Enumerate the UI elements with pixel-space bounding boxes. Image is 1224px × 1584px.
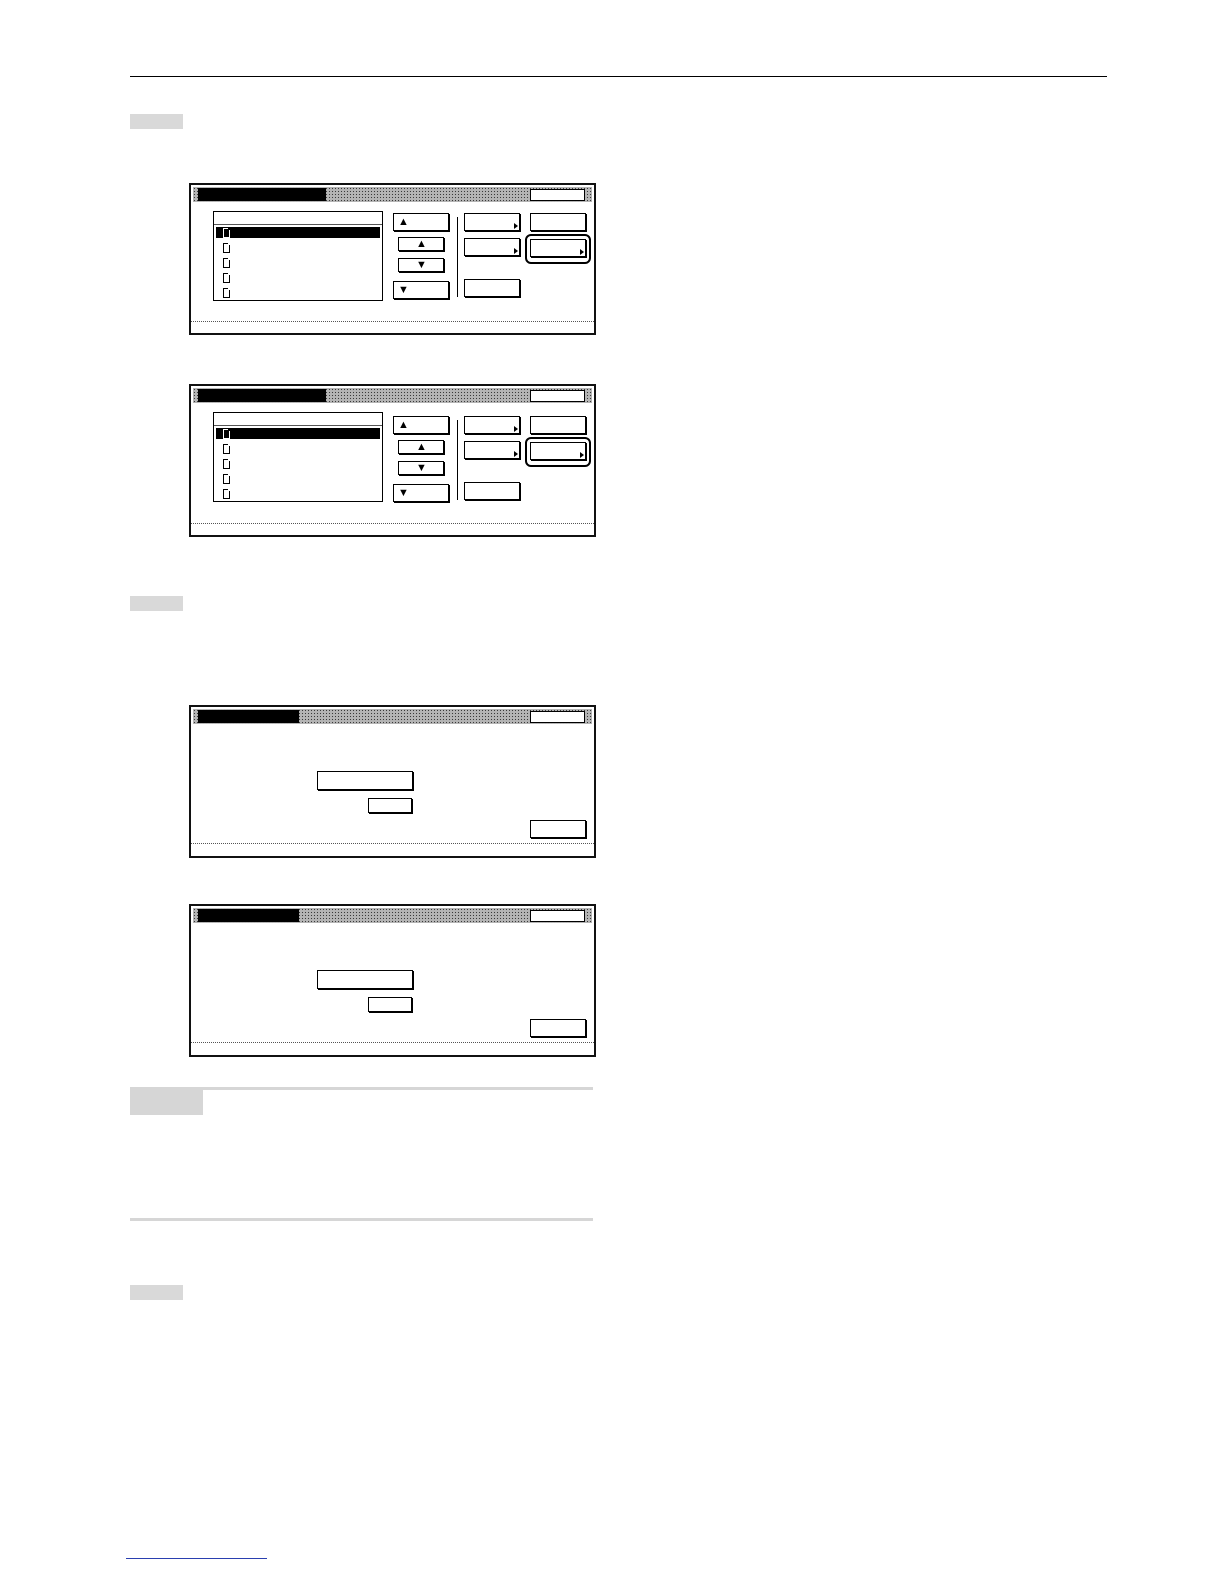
title-bar [193, 908, 592, 923]
list-item[interactable] [216, 428, 380, 439]
triangle-down-icon: ▼ [416, 462, 427, 474]
document-icon [223, 489, 230, 499]
note-bottom-rule [130, 1218, 593, 1221]
page-down-button[interactable]: ▼ [393, 484, 449, 502]
small-button[interactable] [368, 798, 412, 813]
title-bar-button[interactable] [530, 189, 585, 201]
menu-button-d[interactable] [530, 213, 586, 231]
triangle-down-icon: ▼ [398, 284, 409, 296]
screen-title [198, 188, 326, 201]
close-button[interactable] [530, 820, 586, 838]
page-up-button[interactable]: ▲ [393, 213, 449, 231]
list-item[interactable] [216, 257, 380, 268]
document-icon [223, 429, 230, 439]
menu-button-b[interactable] [464, 238, 520, 256]
scroll-down-button[interactable]: ▼ [398, 258, 444, 272]
scroll-up-button[interactable]: ▲ [398, 440, 444, 454]
menu-button-b[interactable] [464, 441, 520, 459]
chevron-right-icon [514, 451, 518, 457]
text-input[interactable] [317, 771, 413, 790]
menu-button-c[interactable] [464, 279, 520, 297]
chevron-right-icon [514, 223, 518, 229]
document-icon [223, 459, 230, 469]
list-item[interactable] [216, 242, 380, 253]
document-icon [223, 273, 230, 283]
status-bar [191, 1042, 594, 1043]
document-icon [223, 243, 230, 253]
screen-title [198, 710, 299, 723]
triangle-up-icon: ▲ [416, 441, 427, 453]
list-item[interactable] [216, 443, 380, 454]
divider [457, 217, 458, 297]
list-item[interactable] [216, 488, 380, 499]
list-item[interactable] [216, 227, 380, 238]
triangle-up-icon: ▲ [398, 419, 409, 431]
chevron-right-icon [514, 248, 518, 254]
header-rule [130, 76, 1107, 77]
small-button[interactable] [368, 997, 412, 1012]
input-screen-1 [189, 705, 596, 858]
close-button[interactable] [530, 1019, 586, 1037]
document-list [213, 412, 383, 502]
input-screen-2 [189, 904, 596, 1057]
title-bar [193, 187, 592, 202]
step-badge-1 [130, 114, 183, 129]
document-icon [223, 258, 230, 268]
step-badge-3 [130, 1285, 183, 1300]
highlight-frame [525, 234, 591, 264]
document-icon [223, 444, 230, 454]
document-icon [223, 474, 230, 484]
triangle-up-icon: ▲ [416, 238, 427, 250]
title-bar [193, 709, 592, 724]
status-bar [191, 843, 594, 844]
note-label [130, 1090, 203, 1115]
list-screen-2: ▲ ▲ ▼ ▼ [189, 384, 596, 537]
divider [457, 420, 458, 500]
page-down-button[interactable]: ▼ [393, 281, 449, 299]
title-bar [193, 388, 592, 403]
menu-button-a[interactable] [464, 213, 520, 231]
chevron-right-icon [514, 426, 518, 432]
scroll-down-button[interactable]: ▼ [398, 461, 444, 475]
menu-button-c[interactable] [464, 482, 520, 500]
title-bar-button[interactable] [530, 711, 585, 723]
screen-title [198, 909, 299, 922]
title-bar-button[interactable] [530, 390, 585, 402]
triangle-down-icon: ▼ [416, 259, 427, 271]
step-badge-2 [130, 596, 183, 611]
list-item[interactable] [216, 287, 380, 298]
list-item[interactable] [216, 272, 380, 283]
list-header [214, 425, 382, 426]
menu-button-a[interactable] [464, 416, 520, 434]
screen-title [198, 389, 326, 402]
document-icon [223, 288, 230, 298]
triangle-up-icon: ▲ [398, 216, 409, 228]
status-bar [191, 321, 594, 322]
document-list [213, 211, 383, 301]
document-icon [223, 228, 230, 238]
list-item[interactable] [216, 473, 380, 484]
menu-button-d[interactable] [530, 416, 586, 434]
list-screen-1: ▲ ▲ ▼ ▼ [189, 183, 596, 335]
scroll-up-button[interactable]: ▲ [398, 237, 444, 251]
list-header [214, 224, 382, 225]
triangle-down-icon: ▼ [398, 487, 409, 499]
list-item[interactable] [216, 458, 380, 469]
text-input[interactable] [317, 970, 413, 989]
title-bar-button[interactable] [530, 910, 585, 922]
status-bar [191, 523, 594, 524]
page-up-button[interactable]: ▲ [393, 416, 449, 434]
highlight-frame [525, 437, 591, 467]
footer-link[interactable] [126, 1558, 267, 1559]
